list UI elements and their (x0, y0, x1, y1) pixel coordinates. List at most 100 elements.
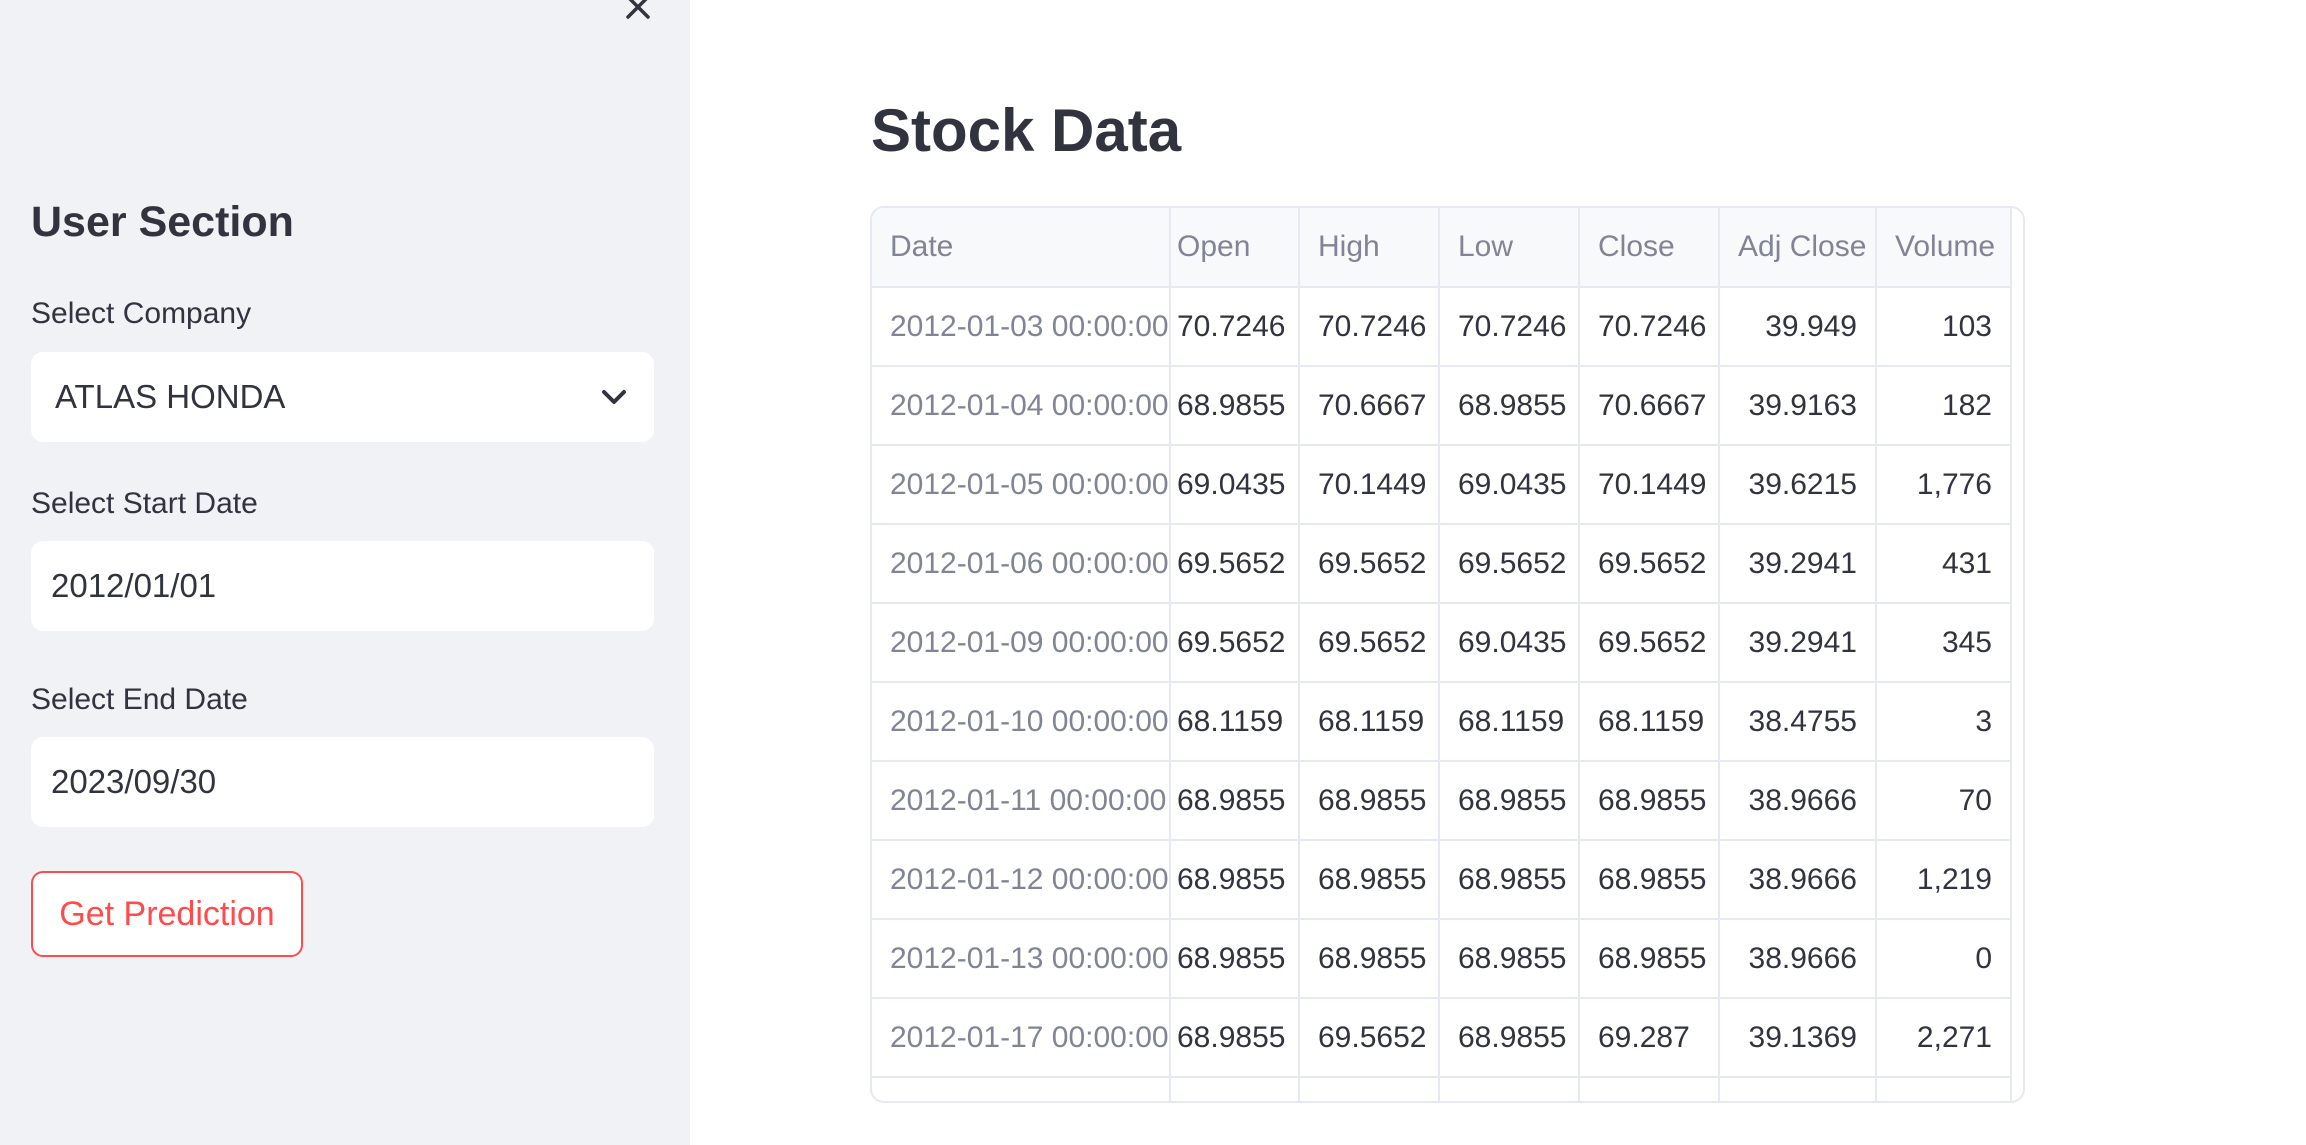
table-row[interactable]: 2012-01-11 00:00:00 68.9855 68.9855 68.9855… (872, 761, 2012, 841)
table-cell[interactable]: 1,776 (1876, 445, 2012, 525)
date-cell[interactable]: 2012-01-09 00:00:00 (872, 603, 1171, 683)
table-cell[interactable]: 39.9163 (1719, 366, 1877, 446)
date-cell[interactable]: 2012-01-10 00:00:00 (872, 682, 1171, 762)
get-prediction-button[interactable]: Get Prediction (31, 871, 303, 957)
table-cell[interactable]: 3 (1876, 682, 2012, 762)
date-cell[interactable]: 2012-01-13 00:00:00 (872, 919, 1171, 999)
table-cell[interactable]: 39.2941 (1719, 524, 1877, 604)
table-cell[interactable]: 70.7246 (1579, 287, 1720, 367)
column-header[interactable]: Open (1170, 208, 1300, 288)
table-cell[interactable]: 69.0435 (1439, 603, 1580, 683)
table-cell[interactable]: 69.5652 (1439, 524, 1580, 604)
table-cell[interactable]: 68.9855 (1170, 366, 1300, 446)
table-cell[interactable]: 38.9666 (1719, 919, 1877, 999)
table-cell[interactable]: 68.1159 (1439, 682, 1580, 762)
table-cell[interactable]: 39.6215 (1719, 445, 1877, 525)
table-cell[interactable]: 38.9666 (1719, 761, 1877, 841)
table-cell[interactable]: 68.9855 (1439, 366, 1580, 446)
table-cell[interactable]: 70.1449 (1579, 445, 1720, 525)
table-row[interactable]: 2012-01-05 00:00:00 69.0435 70.1449 69.0435… (872, 445, 2012, 525)
table-cell[interactable]: 38.4755 (1719, 682, 1877, 762)
date-cell[interactable]: 2012-01-17 00:00:00 (872, 998, 1171, 1078)
date-cell[interactable]: 2012-01-12 00:00:00 (872, 840, 1171, 920)
table-cell[interactable]: 68.9855 (1439, 761, 1580, 841)
table-cell[interactable]: 69.5652 (1170, 524, 1300, 604)
table-cell[interactable]: 68.9855 (1170, 761, 1300, 841)
table-cell[interactable]: 68.9855 (1170, 840, 1300, 920)
table-cell[interactable]: 68.9855 (1439, 998, 1580, 1078)
table-cell[interactable]: 68.9855 (1299, 840, 1440, 920)
end-date-input[interactable]: 2023/09/30 (31, 737, 654, 827)
date-cell[interactable]: 2012-01-03 00:00:00 (872, 287, 1171, 367)
table-cell[interactable]: 69.5652 (1170, 603, 1300, 683)
table-row[interactable]: 2012-01-09 00:00:00 69.5652 69.5652 69.0435… (872, 603, 2012, 683)
column-header[interactable]: Volume (1876, 208, 2012, 288)
company-select[interactable]: ATLAS HONDA (31, 352, 654, 442)
table-cell[interactable]: 70.6667 (1299, 366, 1440, 446)
column-header[interactable]: High (1299, 208, 1440, 288)
table-cell[interactable]: 68.9855 (1170, 998, 1300, 1078)
table-row[interactable]: 2012-01-17 00:00:00 68.9855 69.5652 68.9855… (872, 998, 2012, 1078)
table-cell-empty (1719, 1077, 1877, 1101)
table-cell[interactable]: 68.9855 (1170, 919, 1300, 999)
table-cell[interactable]: 70.6667 (1579, 366, 1720, 446)
start-date-input[interactable]: 2012/01/01 (31, 541, 654, 631)
table-cell[interactable]: 69.5652 (1579, 524, 1720, 604)
table-row-partial (872, 1077, 2012, 1101)
table-cell[interactable]: 68.9855 (1439, 919, 1580, 999)
table-cell[interactable]: 70.7246 (1439, 287, 1580, 367)
table-cell[interactable]: 39.1369 (1719, 998, 1877, 1078)
table-cell[interactable]: 345 (1876, 603, 2012, 683)
table-cell[interactable]: 70.7246 (1299, 287, 1440, 367)
table-cell[interactable]: 68.1159 (1299, 682, 1440, 762)
table-row[interactable]: 2012-01-06 00:00:00 69.5652 69.5652 69.5652… (872, 524, 2012, 604)
table-row[interactable]: 2012-01-10 00:00:00 68.1159 68.1159 68.1159… (872, 682, 2012, 762)
column-header[interactable]: Low (1439, 208, 1580, 288)
table-cell[interactable]: 182 (1876, 366, 2012, 446)
table-cell[interactable]: 69.5652 (1299, 524, 1440, 604)
close-sidebar-button[interactable] (618, 0, 658, 22)
column-header[interactable]: Adj Close (1719, 208, 1877, 288)
table-cell[interactable]: 68.1159 (1579, 682, 1720, 762)
table-cell[interactable]: 103 (1876, 287, 2012, 367)
table-cell[interactable]: 1,219 (1876, 840, 2012, 920)
table-cell[interactable]: 68.9855 (1579, 761, 1720, 841)
table-row[interactable]: 2012-01-13 00:00:00 68.9855 68.9855 68.9855… (872, 919, 2012, 999)
date-cell[interactable]: 2012-01-11 00:00:00 (872, 761, 1171, 841)
column-header[interactable]: Date (872, 208, 1171, 288)
table-header-row: Date Open High Low Close Adj Close Volum… (872, 208, 2012, 288)
table-cell[interactable]: 69.5652 (1579, 603, 1720, 683)
table-cell[interactable]: 2,271 (1876, 998, 2012, 1078)
table-cell[interactable]: 68.9855 (1299, 761, 1440, 841)
end-date-label: Select End Date (31, 683, 248, 716)
table-cell[interactable]: 69.5652 (1299, 603, 1440, 683)
table-cell[interactable]: 38.9666 (1719, 840, 1877, 920)
page-title: Stock Data (871, 97, 1182, 164)
table-row[interactable]: 2012-01-04 00:00:00 68.9855 70.6667 68.9855… (872, 366, 2012, 446)
column-header[interactable]: Close (1579, 208, 1720, 288)
table-cell[interactable]: 68.9855 (1439, 840, 1580, 920)
date-cell[interactable]: 2012-01-06 00:00:00 (872, 524, 1171, 604)
table-cell[interactable]: 68.9855 (1579, 840, 1720, 920)
table-cell[interactable]: 69.287 (1579, 998, 1720, 1078)
table-cell-empty (872, 1077, 1171, 1101)
table-cell[interactable]: 69.5652 (1299, 998, 1440, 1078)
date-cell[interactable]: 2012-01-05 00:00:00 (872, 445, 1171, 525)
table-cell[interactable]: 68.1159 (1170, 682, 1300, 762)
table-cell[interactable]: 68.9855 (1579, 919, 1720, 999)
table-cell[interactable]: 70.1449 (1299, 445, 1440, 525)
table-cell[interactable]: 70.7246 (1170, 287, 1300, 367)
table-cell[interactable]: 39.2941 (1719, 603, 1877, 683)
table-cell[interactable]: 70 (1876, 761, 2012, 841)
table-cell[interactable]: 69.0435 (1170, 445, 1300, 525)
table-cell[interactable]: 0 (1876, 919, 2012, 999)
table-cell[interactable]: 68.9855 (1299, 919, 1440, 999)
date-cell[interactable]: 2012-01-04 00:00:00 (872, 366, 1171, 446)
table-row[interactable]: 2012-01-12 00:00:00 68.9855 68.9855 68.9855… (872, 840, 2012, 920)
table-cell[interactable]: 431 (1876, 524, 2012, 604)
table-row[interactable]: 2012-01-03 00:00:00 70.7246 70.7246 70.7246… (872, 287, 2012, 367)
start-date-label: Select Start Date (31, 487, 258, 520)
table-cell[interactable]: 69.0435 (1439, 445, 1580, 525)
stock-data-table[interactable]: Date Open High Low Close Adj Close Volum… (870, 206, 2025, 1103)
table-cell[interactable]: 39.949 (1719, 287, 1877, 367)
